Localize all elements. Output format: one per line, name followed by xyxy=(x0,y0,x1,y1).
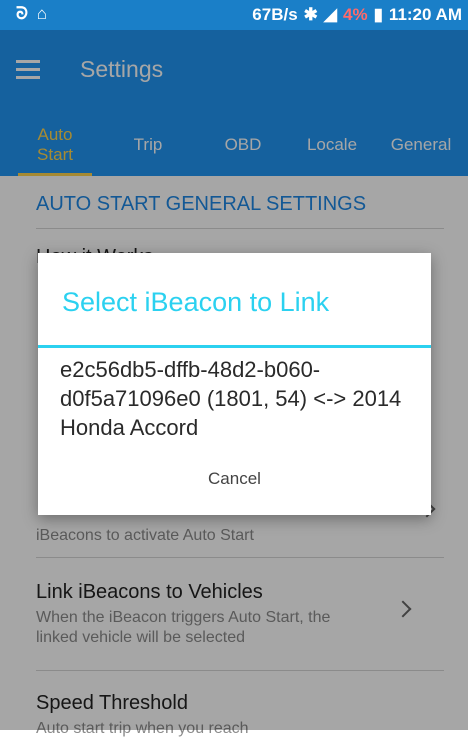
dialog-title: Select iBeacon to Link xyxy=(62,287,330,317)
battery-icon: ▮ xyxy=(373,5,383,24)
select-ibeacon-dialog: Select iBeacon to Link e2c56db5-dffb-48d… xyxy=(38,253,431,515)
dialog-title-divider xyxy=(38,345,431,348)
signal-icon: ◢ xyxy=(323,5,337,24)
ibeacon-option[interactable]: e2c56db5-dffb-48d2-b060-d0f5a71096e0 (18… xyxy=(60,355,410,442)
cancel-button[interactable]: Cancel xyxy=(38,469,431,489)
status-right: 67B/s ✱ ◢ 4% ▮ 11:20 AM xyxy=(252,5,462,25)
battery-level: 4% xyxy=(342,5,368,24)
net-speed: 67B/s xyxy=(252,5,298,24)
clock: 11:20 AM xyxy=(388,5,462,24)
status-left-icons: ᘐ ⌂ xyxy=(16,4,49,23)
bluetooth-icon: ✱ xyxy=(303,5,318,24)
status-bar: ᘐ ⌂ 67B/s ✱ ◢ 4% ▮ 11:20 AM xyxy=(0,0,468,30)
